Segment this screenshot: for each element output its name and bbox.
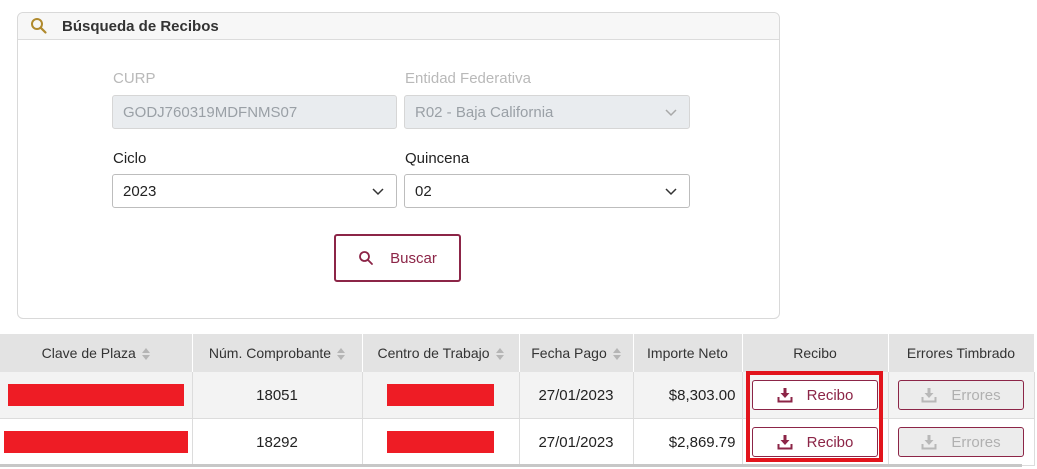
entidad-label: Entidad Federativa: [405, 70, 531, 87]
curp-field: GODJ760319MDFNMS07: [112, 95, 397, 129]
search-icon: [359, 251, 374, 265]
redacted-block: [387, 431, 494, 453]
ciclo-label: Ciclo: [113, 150, 147, 167]
quincena-select[interactable]: 02: [404, 174, 690, 208]
redacted-block: [387, 384, 494, 406]
redacted-block: [7, 384, 184, 406]
quincena-value: 02: [415, 182, 432, 200]
col-fecha-label: Fecha Pago: [531, 345, 607, 361]
entidad-select: R02 - Baja California: [404, 95, 690, 129]
chevron-down-icon: [665, 109, 677, 117]
comprobante-cell: 18051: [192, 372, 363, 419]
errores-cell: Errores: [888, 418, 1035, 466]
ciclo-value: 2023: [123, 182, 157, 200]
curp-value: GODJ760319MDFNMS07: [123, 103, 298, 121]
recibo-highlight-box: [746, 371, 883, 462]
table-header-row: Clave de Plaza Núm. Comprobante Centro d…: [0, 334, 1035, 372]
quincena-label: Quincena: [405, 150, 470, 167]
col-num-comprobante[interactable]: Núm. Comprobante: [192, 334, 363, 372]
importe-neto-cell: $8,303.00: [633, 372, 743, 419]
buscar-button[interactable]: Buscar: [334, 234, 461, 282]
errores-download-button[interactable]: Errores: [898, 380, 1024, 410]
col-clave-label: Clave de Plaza: [41, 345, 136, 361]
download-icon: [921, 388, 937, 403]
sort-icon: [141, 348, 150, 361]
sort-icon: [495, 348, 504, 361]
horizontal-scrollbar[interactable]: [0, 464, 1022, 467]
col-fecha-pago[interactable]: Fecha Pago: [519, 334, 634, 372]
search-card-header: Búsqueda de Recibos: [18, 13, 779, 40]
search-icon: [31, 18, 47, 34]
col-centro-label: Centro de Trabajo: [377, 345, 490, 361]
ciclo-select[interactable]: 2023: [112, 174, 397, 208]
col-errores-timbrado: Errores Timbrado: [888, 334, 1035, 372]
sort-icon: [612, 348, 621, 361]
errores-button-label: Errores: [951, 433, 1001, 451]
buscar-label: Buscar: [390, 249, 437, 267]
clave-plaza-cell: [0, 372, 193, 419]
redacted-block: [3, 431, 188, 453]
comprobante-cell: 18292: [192, 418, 363, 466]
errores-button-label: Errores: [951, 386, 1001, 404]
errores-download-button[interactable]: Errores: [898, 427, 1024, 457]
col-clave-plaza[interactable]: Clave de Plaza: [0, 334, 193, 372]
centro-trabajo-cell: [362, 418, 520, 466]
fecha-pago-cell: 27/01/2023: [519, 372, 634, 419]
col-centro-trabajo[interactable]: Centro de Trabajo: [362, 334, 520, 372]
chevron-down-icon: [665, 188, 677, 196]
col-importe-neto: Importe Neto: [633, 334, 743, 372]
errores-cell: Errores: [888, 372, 1035, 419]
col-errores-label: Errores Timbrado: [906, 345, 1016, 361]
fecha-pago-cell: 27/01/2023: [519, 418, 634, 466]
importe-neto-cell: $2,869.79: [633, 418, 743, 466]
col-importe-label: Importe Neto: [647, 345, 728, 361]
curp-label: CURP: [113, 70, 156, 87]
entidad-value: R02 - Baja California: [415, 103, 554, 121]
chevron-down-icon: [372, 188, 384, 196]
clave-plaza-cell: [0, 418, 193, 466]
search-card-title: Búsqueda de Recibos: [62, 17, 219, 35]
col-comprobante-label: Núm. Comprobante: [208, 345, 332, 361]
col-recibo: Recibo: [742, 334, 889, 372]
sort-icon: [337, 348, 346, 361]
centro-trabajo-cell: [362, 372, 520, 419]
download-icon: [921, 435, 937, 450]
col-recibo-label: Recibo: [793, 345, 837, 361]
